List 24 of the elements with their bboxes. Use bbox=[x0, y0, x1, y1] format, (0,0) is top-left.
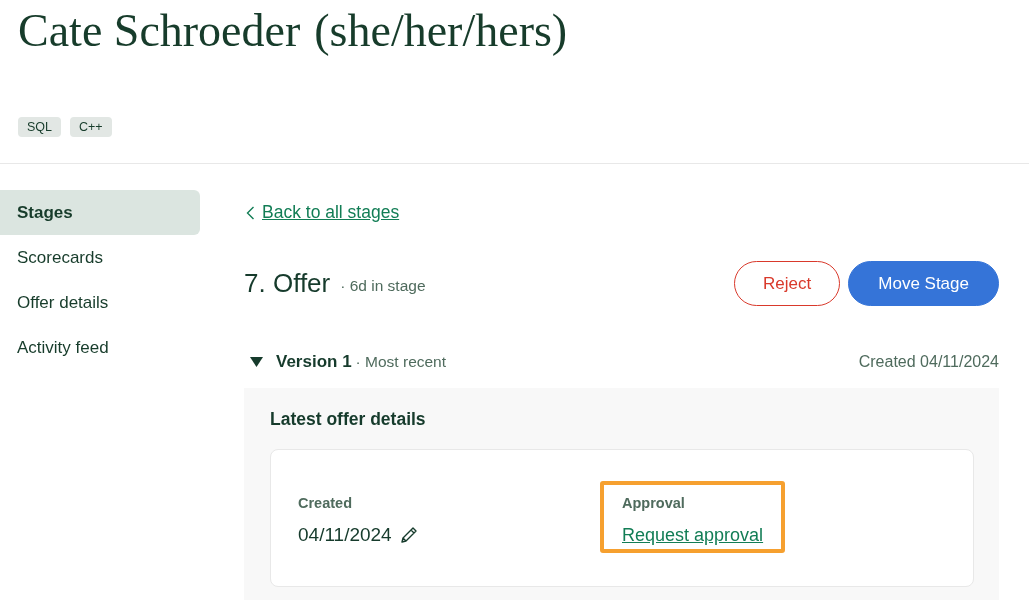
panel-title: Latest offer details bbox=[270, 408, 427, 431]
move-stage-button[interactable]: Move Stage bbox=[848, 261, 999, 306]
time-in-stage: · 6d in stage bbox=[340, 276, 426, 297]
stage-title: 7. Offer bbox=[244, 267, 331, 300]
field-label: Approval bbox=[622, 494, 685, 512]
skill-tag: C++ bbox=[70, 117, 112, 137]
version-note: · Most recent bbox=[355, 352, 447, 373]
chevron-left-icon bbox=[246, 205, 255, 220]
back-link[interactable]: Back to all stages bbox=[262, 199, 400, 226]
reject-button[interactable]: Reject bbox=[734, 261, 841, 306]
field-value: 04/11/2024 bbox=[298, 522, 392, 547]
sidebar-item[interactable]: Stages bbox=[0, 190, 200, 235]
candidate-pronouns: (she/her/hers) bbox=[314, 4, 568, 58]
pencil-icon[interactable] bbox=[399, 526, 418, 544]
candidate-name: Cate Schroeder bbox=[18, 4, 301, 58]
created-date: Created 04/11/2024 bbox=[858, 352, 999, 372]
skill-tag: SQL bbox=[18, 117, 61, 137]
field-label: Created bbox=[298, 494, 352, 512]
sidebar-item[interactable]: Offer details bbox=[0, 280, 200, 325]
sidebar-item[interactable]: Scorecards bbox=[0, 235, 200, 280]
caret-icon[interactable] bbox=[250, 357, 263, 367]
version-title: Version 1 bbox=[276, 351, 352, 374]
request-approval-link[interactable]: Request approval bbox=[622, 521, 764, 549]
sidebar-item[interactable]: Activity feed bbox=[0, 325, 200, 370]
